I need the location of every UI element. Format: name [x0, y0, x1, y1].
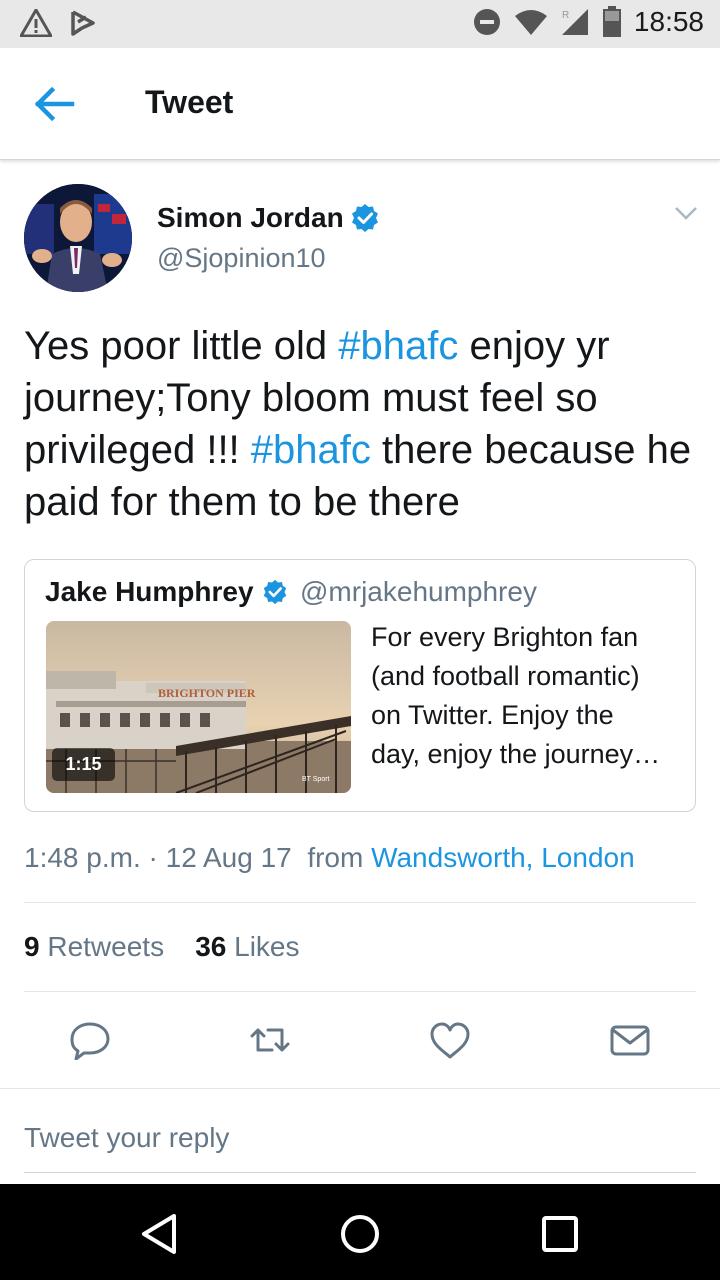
quoted-text: For every Brighton fan (and football rom…: [371, 618, 686, 774]
divider: [0, 1088, 720, 1089]
reply-icon[interactable]: [68, 1020, 112, 1060]
signal-icon: R: [561, 9, 588, 35]
likes-count: 36: [195, 931, 227, 962]
back-triangle-icon[interactable]: [136, 1210, 184, 1258]
recents-square-icon[interactable]: [536, 1210, 584, 1258]
author-name[interactable]: Simon Jordan: [157, 202, 344, 234]
avatar[interactable]: [24, 184, 132, 292]
from-label: from: [307, 842, 364, 873]
tweet-stats: 9 Retweets 36 Likes: [24, 931, 300, 963]
watermark-text: BT Sport: [302, 776, 330, 783]
chevron-down-icon[interactable]: [672, 203, 700, 223]
hashtag-link[interactable]: #bhafc: [251, 428, 371, 472]
quoted-author-name: Jake Humphrey: [45, 576, 254, 607]
video-thumbnail[interactable]: BRIGHTON PIER BT Sport 1:15: [46, 621, 351, 793]
hashtag-link[interactable]: #bhafc: [338, 324, 458, 368]
location-link[interactable]: Wandsworth, London: [371, 842, 635, 873]
tweet-date: 12 Aug 17: [165, 842, 292, 873]
quoted-author-handle: @mrjakehumphrey: [300, 576, 537, 607]
divider: [24, 902, 696, 903]
quoted-text-line: day, enjoy the journey…: [371, 739, 661, 769]
likes-label: Likes: [234, 931, 300, 962]
wifi-icon: [514, 10, 547, 35]
page-title: Tweet: [145, 84, 234, 120]
reply-input[interactable]: Tweet your reply: [24, 1122, 229, 1154]
tweet-text: Yes poor little old #bhafc enjoy yr jour…: [24, 320, 704, 528]
video-duration-badge: 1:15: [52, 748, 115, 781]
quoted-text-line: (and football romantic): [371, 661, 640, 691]
home-circle-icon[interactable]: [336, 1210, 384, 1258]
author-handle[interactable]: @Sjopinion10: [157, 243, 326, 274]
tweet-text-part: Yes poor little old: [24, 324, 339, 368]
quoted-tweet[interactable]: Jake Humphrey @mrjakehumphrey BRIGHTON P…: [24, 559, 696, 812]
status-bar: R 18:58: [0, 0, 720, 48]
likes-stat[interactable]: 36 Likes: [195, 931, 299, 962]
retweets-stat[interactable]: 9 Retweets: [24, 931, 164, 962]
svg-text:R: R: [562, 10, 569, 21]
divider: [24, 991, 696, 992]
verified-badge-icon: [263, 579, 287, 605]
app-bar: Tweet: [0, 48, 720, 160]
like-icon[interactable]: [428, 1020, 472, 1060]
notification-icon: [71, 10, 95, 36]
share-icon[interactable]: [608, 1020, 652, 1060]
retweet-icon[interactable]: [248, 1020, 292, 1060]
arrow-left-icon[interactable]: [30, 84, 82, 124]
tweet-time: 1:48 p.m.: [24, 842, 141, 873]
quoted-text-line: on Twitter. Enjoy the: [371, 700, 614, 730]
pier-sign-text: BRIGHTON PIER: [158, 686, 256, 700]
avatar-image: [24, 184, 132, 292]
reply-underline: [24, 1172, 696, 1173]
tweet-actions: [0, 1010, 720, 1070]
status-time: 18:58: [633, 6, 704, 37]
quoted-text-line: For every Brighton fan: [371, 622, 639, 652]
retweets-count: 9: [24, 931, 40, 962]
tweet-meta: 1:48 p.m. · 12 Aug 17 from Wandsworth, L…: [24, 842, 635, 874]
verified-badge-icon: [352, 204, 378, 232]
battery-icon: [602, 6, 621, 37]
do-not-disturb-icon: [473, 9, 500, 35]
retweets-label: Retweets: [47, 931, 165, 962]
warning-icon: [20, 9, 52, 37]
navigation-bar: [0, 1184, 720, 1280]
meta-separator: ·: [148, 842, 158, 873]
